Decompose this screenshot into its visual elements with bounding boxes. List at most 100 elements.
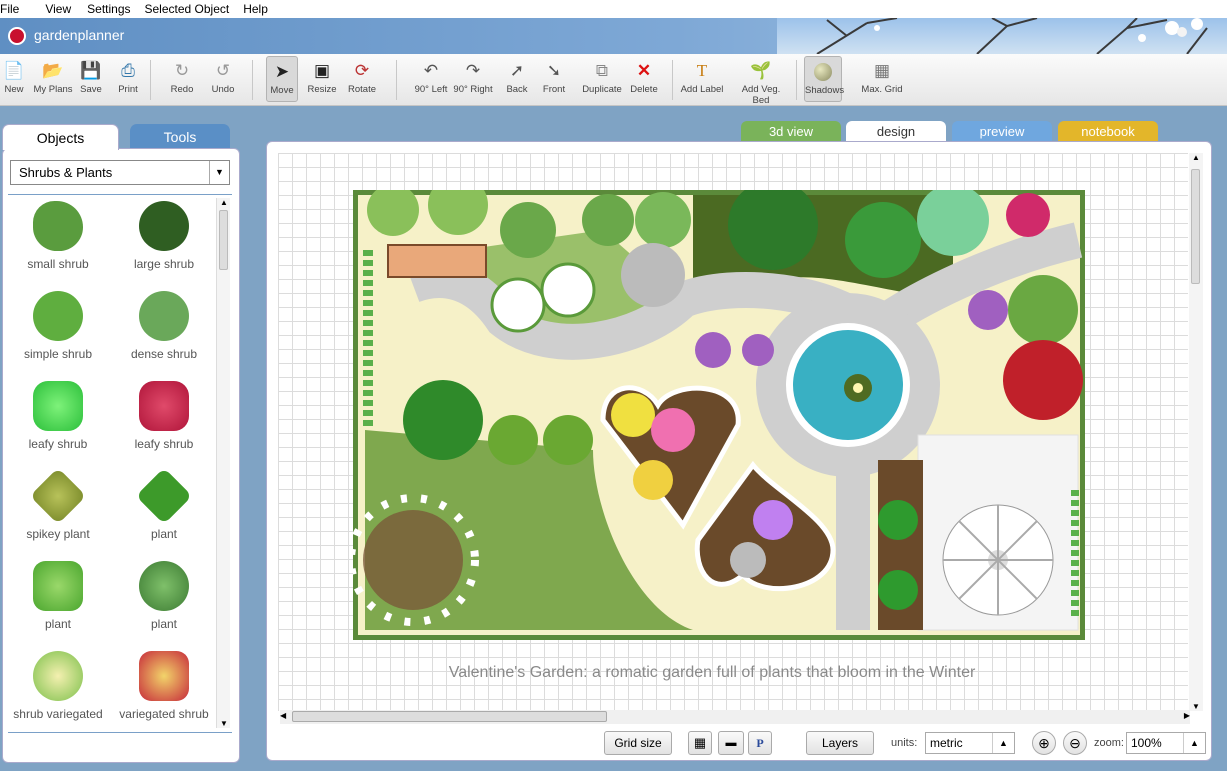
category-dropdown[interactable]: Shrubs & Plants ▼ — [10, 160, 230, 185]
scrollbar-thumb[interactable] — [292, 711, 607, 722]
max-grid-button[interactable]: ▦ Max. Grid — [860, 58, 904, 95]
plant-item-plant-3[interactable]: plant — [112, 561, 214, 631]
plant-item-large-shrub[interactable]: large shrub — [112, 201, 214, 271]
zoom-select[interactable]: 100% ▲ — [1126, 732, 1206, 754]
zoom-out-icon: ⊖ — [1069, 735, 1081, 751]
resize-icon: ▣ — [313, 61, 331, 80]
cursor-arrow-icon: ➤ — [274, 62, 290, 81]
plant-item-variegated-shrub[interactable]: variegated shrub — [112, 651, 214, 721]
print-button[interactable]: ⎙ Print — [114, 58, 142, 95]
tab-objects[interactable]: Objects — [2, 124, 119, 150]
redo-icon: ↻ — [174, 61, 190, 80]
toolbar: 📄 New 📂 My Plans 💾 Save ⎙ Print ↻ Redo ↺ Undo … — [0, 54, 1227, 106]
toolbar-separator — [252, 60, 253, 100]
plant-item-plant-2[interactable]: plant — [6, 561, 110, 631]
zoom-in-button[interactable]: ⊕ — [1032, 731, 1056, 755]
plant-item-small-shrub[interactable]: small shrub — [6, 201, 110, 271]
rotate-90-left-button[interactable]: ↶ 90° Left — [412, 58, 450, 95]
menu-file[interactable]: File — [0, 2, 23, 16]
panel-divider — [8, 732, 232, 733]
layers-button[interactable]: Layers — [806, 731, 874, 755]
grid-toggle-button[interactable]: ▦ — [688, 731, 712, 755]
scroll-right-icon[interactable]: ▶ — [1184, 711, 1190, 720]
shadow-sphere-icon — [805, 59, 841, 85]
save-button[interactable]: 💾 Save — [78, 58, 104, 95]
scroll-up-icon[interactable]: ▲ — [217, 198, 231, 207]
units-select[interactable]: metric ▲ — [925, 732, 1015, 754]
simple-shrub-icon — [33, 291, 83, 341]
scrollbar-thumb[interactable] — [219, 210, 228, 270]
rotate-button[interactable]: ⟳ Rotate — [346, 58, 378, 95]
category-value: Shrubs & Plants — [19, 165, 113, 180]
menu-bar: File View Settings Selected Object Help — [0, 0, 1227, 18]
plant-item-spikey-plant[interactable]: spikey plant — [6, 467, 110, 541]
undo-button[interactable]: ↺ Undo — [208, 58, 238, 95]
rotate-90-right-button[interactable]: ↷ 90° Right — [452, 58, 494, 95]
add-label-button[interactable]: T Add Label — [680, 58, 724, 95]
shrub-variegated-icon — [33, 651, 83, 701]
menu-help[interactable]: Help — [243, 2, 272, 16]
units-label: units: — [891, 737, 918, 749]
move-button[interactable]: ➤ Move — [266, 56, 298, 102]
front-button[interactable]: ➘ Front — [540, 58, 568, 95]
plan-caption[interactable]: Valentine's Garden: a romatic garden ful… — [278, 664, 1146, 682]
plant-list-scrollbar[interactable]: ▲ ▼ — [216, 198, 230, 728]
tree-trunk — [363, 510, 463, 610]
chevron-down-icon: ▼ — [209, 161, 229, 184]
app-banner: gardenplanner — [0, 18, 1227, 54]
garden-plan[interactable] — [353, 190, 1085, 640]
toolbar-separator — [796, 60, 797, 100]
toolbar-separator — [150, 60, 151, 100]
tab-3d-view[interactable]: 3d view — [741, 121, 841, 142]
ruler-toggle-button[interactable]: ▬ — [718, 731, 744, 755]
plant-item-plant-1[interactable]: plant — [112, 467, 214, 541]
my-plans-button[interactable]: 📂 My Plans — [32, 58, 74, 95]
large-shrub-icon — [139, 201, 189, 251]
redo-button[interactable]: ↻ Redo — [168, 58, 196, 95]
tab-design[interactable]: design — [846, 121, 946, 143]
menu-settings[interactable]: Settings — [87, 2, 134, 16]
back-button[interactable]: ➚ Back — [504, 58, 530, 95]
scroll-left-icon[interactable]: ◀ — [280, 711, 286, 720]
gardenplanner-logo-icon — [8, 27, 26, 45]
vegetable-bed-icon: 🌱 — [750, 61, 772, 80]
spikey-plant-icon — [29, 467, 87, 525]
delete-x-icon: ✕ — [636, 61, 652, 80]
canvas-vertical-scrollbar[interactable]: ▲ ▼ — [1189, 153, 1203, 711]
tab-preview[interactable]: preview — [952, 121, 1052, 142]
plant-item-shrub-variegated[interactable]: shrub variegated — [6, 651, 110, 721]
scroll-down-icon[interactable]: ▼ — [217, 719, 231, 728]
scrollbar-thumb[interactable] — [1191, 169, 1200, 284]
zoom-value: 100% — [1131, 736, 1162, 750]
plant-item-dense-shrub[interactable]: dense shrub — [112, 291, 214, 361]
plant-icon — [139, 561, 189, 611]
new-file-icon: 📄 — [3, 61, 25, 80]
grid-size-button[interactable]: Grid size — [604, 731, 672, 755]
zoom-in-icon: ⊕ — [1038, 735, 1050, 751]
new-button[interactable]: 📄 New — [2, 58, 26, 95]
plant-list: small shrub large shrub simple shrub den… — [6, 193, 214, 733]
menu-view[interactable]: View — [45, 2, 75, 16]
duplicate-button[interactable]: ⧉ Duplicate — [582, 58, 622, 95]
toolbar-separator — [672, 60, 673, 100]
plant-item-simple-shrub[interactable]: simple shrub — [6, 291, 110, 361]
menu-selected-object[interactable]: Selected Object — [145, 2, 234, 16]
canvas-horizontal-scrollbar[interactable]: ◀ ▶ — [280, 710, 1190, 724]
plant-item-leafy-shrub[interactable]: leafy shrub — [6, 381, 110, 451]
units-value: metric — [930, 736, 963, 750]
zoom-out-button[interactable]: ⊖ — [1063, 731, 1087, 755]
scroll-up-icon[interactable]: ▲ — [1189, 153, 1203, 162]
delete-button[interactable]: ✕ Delete — [628, 58, 660, 95]
ruler-icon: ▬ — [725, 737, 737, 749]
tab-notebook[interactable]: notebook — [1058, 121, 1158, 142]
plant-item-leafy-shrub-red[interactable]: leafy shrub — [112, 381, 214, 451]
plan-view-button[interactable]: P — [748, 731, 772, 755]
rotate-left-icon: ↶ — [423, 61, 439, 80]
printer-icon: ⎙ — [121, 61, 135, 80]
small-shrub-icon — [33, 201, 83, 251]
add-veg-bed-button[interactable]: 🌱 Add Veg. Bed — [732, 58, 790, 106]
shadows-button[interactable]: Shadows — [804, 56, 844, 102]
resize-button[interactable]: ▣ Resize — [306, 58, 338, 95]
scroll-down-icon[interactable]: ▼ — [1189, 702, 1203, 711]
tab-tools[interactable]: Tools — [130, 124, 230, 150]
